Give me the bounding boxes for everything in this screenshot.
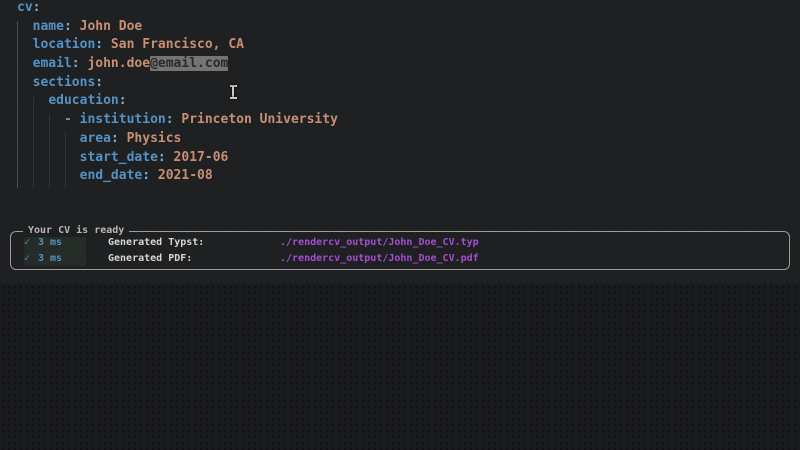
indent-spaces — [17, 112, 64, 127]
cv-ready-panel: Your CV is ready ✓ 3 ms Generated Typst: ./… — [10, 225, 790, 270]
yaml-line[interactable]: education: — [17, 92, 338, 111]
output-file-path: ./rendercv_output/John_Doe_CV.pdf — [280, 252, 479, 264]
output-row: ✓ 3 ms Generated PDF: ./rendercv_output/Joh… — [24, 250, 789, 266]
yaml-value: 2017-06 — [165, 149, 229, 165]
yaml-key: start_date — [79, 149, 158, 165]
yaml-line[interactable]: sections: — [17, 74, 338, 93]
selected-text: @email.com — [150, 56, 229, 72]
yaml-line[interactable]: area: Physics — [17, 130, 338, 149]
panel-rows: ✓ 3 ms Generated Typst: ./rendercv_output/J… — [11, 232, 789, 266]
yaml-colon: : — [142, 168, 151, 184]
yaml-line[interactable]: start_date: 2017-06 — [17, 149, 338, 168]
yaml-colon: : — [157, 149, 166, 165]
indent-spaces — [17, 56, 33, 71]
indent-spaces — [17, 93, 48, 108]
generated-label: Generated PDF: — [108, 252, 193, 264]
duration-badge: ✓ 3 ms — [24, 250, 86, 266]
yaml-key: name — [32, 18, 64, 34]
yaml-value: Physics — [118, 130, 182, 146]
yaml-line[interactable]: name: John Doe — [17, 18, 338, 37]
yaml-key: email — [32, 56, 72, 72]
yaml-code: cv: name: John Doe location: San Francis… — [17, 0, 338, 186]
yaml-key: institution — [79, 112, 166, 128]
yaml-colon: : — [110, 130, 119, 146]
yaml-colon: : — [63, 18, 72, 34]
indent-spaces — [17, 150, 80, 165]
yaml-value: 2021-08 — [150, 168, 213, 184]
yaml-line[interactable]: cv: — [17, 0, 338, 18]
output-row: ✓ 3 ms Generated Typst: ./rendercv_output/J… — [24, 235, 789, 251]
generated-label: Generated Typst: — [108, 237, 205, 248]
indent-spaces — [17, 19, 33, 34]
yaml-key: end_date — [79, 168, 143, 184]
yaml-line[interactable]: - institution: Princeton University — [17, 111, 338, 130]
yaml-colon: : — [95, 37, 104, 53]
duration-value: 3 ms — [38, 252, 63, 264]
duration-badge: ✓ 3 ms — [24, 235, 86, 251]
yaml-line[interactable]: end_date: 2021-08 — [17, 167, 338, 186]
check-icon: ✓ — [24, 252, 31, 264]
duration-value: 3 ms — [38, 237, 63, 248]
yaml-colon: : — [95, 74, 104, 90]
indent-spaces — [17, 37, 33, 52]
lower-pane-background — [0, 284, 800, 450]
yaml-colon: : — [71, 56, 80, 72]
yaml-line[interactable]: location: San Francisco, CA — [17, 36, 338, 55]
yaml-value: San Francisco, CA — [103, 37, 244, 53]
yaml-editor[interactable]: cv: name: John Doe location: San Francis… — [0, 0, 800, 210]
yaml-value: john.doe — [79, 56, 151, 72]
panel-title: Your CV is ready — [23, 225, 130, 237]
yaml-key: location — [32, 37, 96, 53]
yaml-colon: : — [32, 0, 41, 15]
output-file-path: ./rendercv_output/John_Doe_CV.typ — [280, 237, 479, 248]
yaml-key: education — [48, 93, 119, 109]
indent-spaces — [17, 168, 80, 183]
check-icon: ✓ — [24, 237, 31, 248]
yaml-colon: : — [165, 112, 174, 128]
yaml-key: area — [79, 130, 111, 146]
yaml-line[interactable]: email: john.doe@email.com — [17, 55, 338, 74]
yaml-list-dash: - — [63, 112, 80, 128]
indent-spaces — [17, 131, 80, 146]
indent-spaces — [17, 75, 33, 90]
yaml-key: sections — [32, 74, 96, 90]
yaml-colon: : — [118, 93, 127, 109]
yaml-value: John Doe — [71, 18, 143, 34]
yaml-value: Princeton University — [173, 112, 338, 128]
yaml-key: cv — [17, 0, 33, 15]
